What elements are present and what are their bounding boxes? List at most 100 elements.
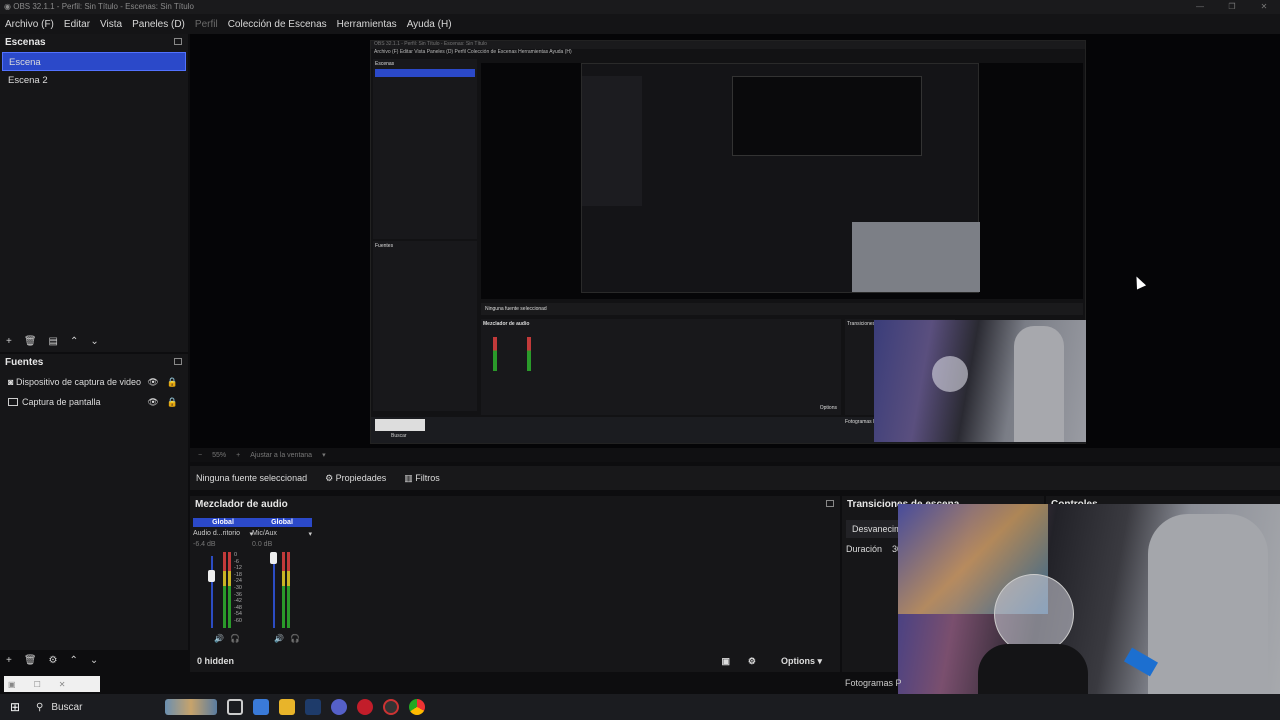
menu-herramientas[interactable]: Herramientas [337,19,397,30]
nested-sources-dock: Fuentes [373,241,477,411]
global-badge: Global [252,518,312,527]
menu-coleccion-escenas[interactable]: Colección de Escenas [228,19,327,30]
channel-name: Audio d...ritorio [193,530,241,537]
close-icon[interactable]: ✕ [59,680,66,689]
chevron-down-icon[interactable]: ▾ [322,451,326,459]
scenes-dock-title: Escenas [0,34,188,52]
level-meter-desktop-r [228,552,231,628]
lock-icon[interactable]: 🔒 [167,377,178,388]
level-meter-mic-r [287,552,290,628]
scene-item-escena-2[interactable]: Escena 2 [2,71,186,90]
dock-float-icon[interactable] [174,38,182,45]
app-icon: ▣ [8,679,16,689]
steam-icon[interactable] [305,699,321,715]
maximize-button[interactable]: ❐ [1216,0,1248,14]
move-down-icon[interactable]: ⌄ [90,336,98,347]
task-view-icon[interactable] [227,699,243,715]
audio-mixer-dock: Mezclador de audio Global Audio d...rito… [190,496,840,672]
calendar-icon[interactable] [253,699,269,715]
speaker-icon[interactable]: 🔊 [274,634,284,643]
menu-editar[interactable]: Editar [64,19,90,30]
zoom-in-icon[interactable]: + [236,452,240,459]
context-bar: Ninguna fuente seleccionad ⚙ Propiedades… [190,466,1280,490]
mixer-channel-desktop: Global Audio d...ritorio ▾ -6.4 dB [193,518,253,548]
nested-webcam-feed [874,320,1086,442]
obs-icon[interactable] [383,699,399,715]
add-scene-icon[interactable]: + [6,336,12,347]
nested-active-scene [375,69,475,77]
move-down-icon[interactable]: ⌄ [90,655,98,666]
channel-db: -6.4 dB [193,541,216,548]
volume-fader-desktop[interactable] [208,570,215,582]
menu-ayuda[interactable]: Ayuda (H) [407,19,452,30]
sources-dock: Fuentes ◙ Dispositivo de captura de vide… [0,354,188,650]
headphones-icon[interactable]: 🎧 [290,634,300,643]
zoom-out-icon[interactable]: − [198,452,202,459]
dock-float-icon[interactable] [174,358,182,365]
chevron-down-icon[interactable]: ▾ [308,530,312,538]
menu-paneles[interactable]: Paneles (D) [132,19,185,30]
windows-start-icon[interactable]: ⊞ [0,700,30,714]
filters-button[interactable]: ▥ Filtros [404,473,440,484]
mixer-footer: 0 hidden ▣ ⚙ Options ▾ [190,650,840,672]
fit-window-select[interactable]: Ajustar a la ventana [250,452,312,459]
nested-menubar: Archivo (F) Editar Vista Paneles (D) Per… [374,49,572,55]
chrome-icon[interactable] [409,699,425,715]
widgets-icon[interactable] [165,699,217,715]
taskbar-search[interactable]: ⚲ Buscar [30,702,160,713]
remove-scene-icon[interactable]: 🗑 [24,336,37,347]
nested-preview [481,63,1083,299]
level-meter-mic [282,552,285,628]
move-up-icon[interactable]: ⌃ [70,336,78,347]
file-explorer-icon[interactable] [279,699,295,715]
restore-icon[interactable]: ☐ [34,680,41,689]
layout-icon[interactable]: ▣ [721,656,730,667]
menu-vista[interactable]: Vista [100,19,122,30]
menu-bar: Archivo (F) Editar Vista Paneles (D) Per… [0,14,1280,34]
opera-icon[interactable] [357,699,373,715]
sources-dock-title: Fuentes [0,354,188,372]
mini-window[interactable]: ▣ ☐ ✕ [4,676,100,692]
move-up-icon[interactable]: ⌃ [70,655,78,666]
scene-item-escena[interactable]: Escena [2,52,186,71]
options-button[interactable]: Options ▾ [781,656,822,667]
dock-float-icon[interactable] [826,500,834,507]
scene-filter-icon[interactable]: ▤ [49,336,58,347]
menu-archivo[interactable]: Archivo (F) [5,19,54,30]
scenes-toolbar: + 🗑 ▤ ⌃ ⌄ [0,334,188,348]
scenes-dock: Escenas Escena Escena 2 [0,34,188,352]
minimize-button[interactable]: — [1184,0,1216,14]
advanced-audio-icon[interactable]: ⚙ [748,656,756,667]
source-settings-icon[interactable]: ⚙ [49,655,58,666]
app-icon[interactable] [331,699,347,715]
eye-icon[interactable]: 👁 [147,397,158,408]
menu-perfil[interactable]: Perfil [195,19,218,30]
eye-icon[interactable]: 👁 [147,377,158,388]
properties-button[interactable]: ⚙ Propiedades [325,473,386,484]
speaker-icon[interactable]: 🔊 [214,634,224,643]
add-source-icon[interactable]: + [6,655,12,666]
lock-icon[interactable]: 🔒 [167,397,178,408]
volume-fader-track [211,556,213,628]
source-item-screen[interactable]: Captura de pantalla 👁 🔒 [0,392,188,412]
channel-name: Mic/Aux [252,530,277,537]
no-source-selected: Ninguna fuente seleccionad [196,473,308,483]
webcam-feed [898,504,1280,720]
nested-scenes-dock: Escenas [373,59,477,239]
close-button[interactable]: ✕ [1248,0,1280,14]
level-meter-desktop [223,552,226,628]
source-item-video[interactable]: ◙ Dispositivo de captura de video 👁 🔒 [0,372,188,392]
nested-titlebar: OBS 32.1.1 - Perfil: Sin Título - Escena… [371,41,1085,49]
webcam-glass-ball [994,574,1074,654]
camera-icon: ◙ [8,377,14,387]
search-icon: ⚲ [36,701,44,713]
window-title: OBS 32.1.1 - Perfil: Sin Título - Escena… [13,2,194,11]
obs-logo-icon: ◉ [4,2,11,11]
webcam-person-right [1148,514,1268,720]
remove-source-icon[interactable]: 🗑 [24,655,37,666]
mixer-channel-mic: Global Mic/Aux ▾ 0.0 dB [252,518,312,548]
channel-db: 0.0 dB [252,541,273,548]
volume-fader-mic[interactable] [270,552,277,564]
headphones-icon[interactable]: 🎧 [230,634,240,643]
meter-scale: 0 -6 -12 -18 -24 -30 -36 -42 -48 -54 -60 [234,552,242,624]
